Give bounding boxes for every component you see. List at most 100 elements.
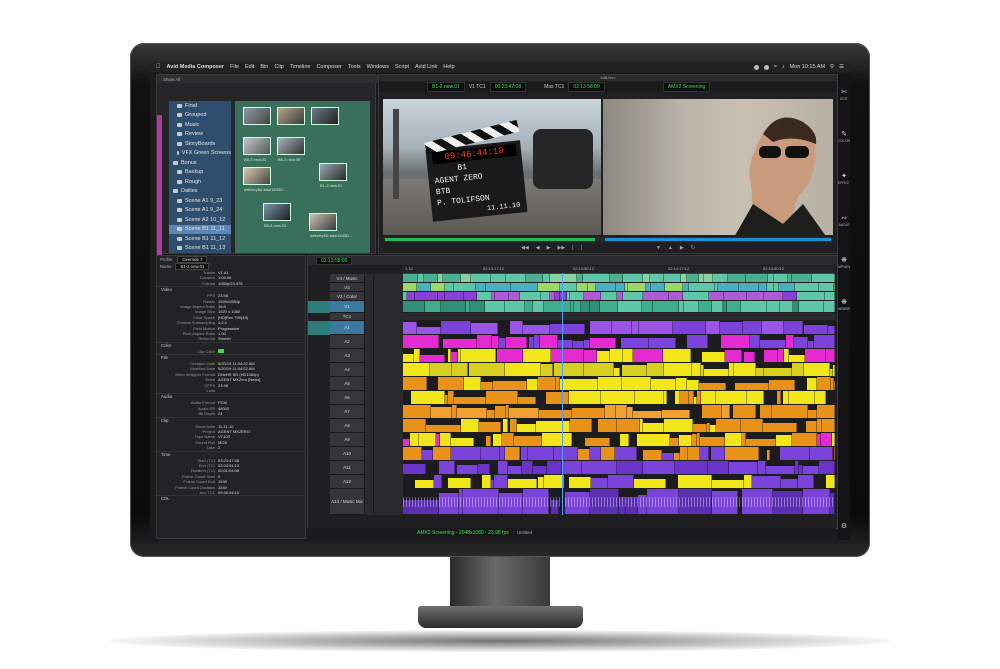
play-record-icon[interactable]: ▶ [680,245,684,251]
track-header[interactable]: V4 / Music [308,274,403,283]
timeline-clip[interactable] [750,335,760,348]
timeline-clip[interactable] [752,476,781,488]
timeline-clip[interactable] [687,380,699,390]
source-monitor[interactable]: 09:46:44:10 B1 AGENT ZERO BTB P. TOLIFSO… [383,99,601,235]
track-lane[interactable] [403,313,835,320]
timeline-clip[interactable] [807,378,817,390]
track-lane[interactable] [403,475,835,488]
track-patch[interactable] [308,335,330,349]
timeline-clip[interactable] [772,405,808,418]
timeline-clip[interactable] [464,377,481,390]
timeline-clip[interactable] [498,461,508,474]
timeline-clip[interactable] [675,461,708,474]
timeline-clip[interactable] [582,461,617,474]
timeline-clip[interactable] [679,435,692,446]
timeline-clip[interactable] [756,368,764,376]
clip-thumbnail[interactable] [277,107,305,125]
timeline-clip[interactable] [822,419,835,432]
timeline-clip[interactable] [635,391,664,404]
folder-item[interactable]: Scene A1 9_23 [169,196,231,206]
track-name[interactable]: V2 / Color [330,292,364,301]
timeline-clip[interactable] [642,301,653,312]
menu-timeline[interactable]: Timeline [290,64,311,70]
timeline-clip[interactable] [601,292,617,300]
timeline-clip[interactable] [541,364,553,376]
timeline-clip[interactable] [643,274,650,282]
inspector-section-header[interactable]: Video [157,286,305,293]
timeline-clip[interactable] [471,323,498,334]
timeline-clip[interactable] [669,292,683,300]
timeline-clip[interactable] [572,408,605,418]
track-patch[interactable] [308,301,330,313]
timeline-clip[interactable] [792,363,804,376]
name-field[interactable]: B1-2.new.01 [175,263,210,270]
timeline-clip[interactable] [653,301,679,312]
timeline-clip[interactable] [598,419,617,432]
timeline-clip[interactable] [477,292,492,300]
track-name[interactable]: A7 [330,405,364,419]
timeline-clip[interactable] [543,274,550,282]
timeline-clip[interactable] [724,292,747,300]
timeline-clip[interactable] [536,421,570,432]
timeline-clip[interactable] [650,274,664,282]
timeline-clip[interactable] [451,352,458,362]
timeline-clip[interactable] [662,453,674,460]
timeline-clip[interactable] [792,274,812,282]
timeline-clip[interactable] [476,283,486,291]
timeline-clip[interactable] [776,435,792,446]
timeline-clip[interactable] [525,301,533,312]
timeline-clip[interactable] [533,301,544,312]
timeline-clip[interactable] [445,292,464,300]
timeline-clip[interactable] [503,419,508,432]
track-lane[interactable] [403,433,835,446]
timeline-clip[interactable] [451,438,474,446]
timeline-clip[interactable] [767,283,774,291]
timeline-clip[interactable] [540,335,558,348]
timeline-clip[interactable] [804,363,830,376]
inspector-section-header[interactable]: File [157,354,305,361]
timeline-clip[interactable] [767,301,780,312]
track-monitor-toggle[interactable] [364,321,373,335]
timeline-clip[interactable] [819,283,834,291]
timeline-clip[interactable] [618,301,642,312]
timeline-clip[interactable] [826,349,835,362]
timeline-clip[interactable] [590,447,601,460]
timeline-clip[interactable] [621,338,649,348]
folder-item-selected[interactable]: Scene B1 11_11 [169,224,231,234]
timeline-clip[interactable] [832,433,835,446]
timeline-clip[interactable] [746,274,768,282]
timeline-clip[interactable] [777,391,781,404]
track-monitor-toggle[interactable] [364,405,373,419]
timeline-clip[interactable] [632,321,639,334]
clip-thumbnail[interactable]: delivery60-take1843D... [309,213,352,238]
track-monitor-toggle[interactable] [364,363,373,377]
folder-item[interactable]: Music [169,120,231,130]
timeline-clip[interactable] [542,433,572,446]
folder-item[interactable]: Scene B1 11_12 [169,234,231,244]
menu-clip[interactable]: Clip [274,64,283,70]
timeline-clip[interactable] [574,301,581,312]
timeline-clip[interactable] [506,337,527,348]
track-name[interactable]: A5 [330,377,364,391]
track-patch[interactable] [308,475,330,489]
source-timecode[interactable]: 00:23:47:08 [489,82,527,92]
timeline-clip[interactable] [623,349,633,362]
timeline-clip[interactable] [819,461,835,474]
track-name[interactable]: A3 [330,349,364,363]
timeline-clip[interactable] [718,283,739,291]
track-patch[interactable] [308,292,330,301]
timeline-clip[interactable] [678,475,712,488]
timeline-clip[interactable] [509,408,539,418]
track-patch[interactable] [308,461,330,475]
timeline-clip[interactable] [522,461,533,474]
timeline-clip[interactable] [689,283,715,291]
timeline-clip[interactable] [443,339,477,348]
timeline-clip[interactable] [550,324,585,334]
timeline-clip[interactable] [615,447,637,460]
step-back-icon[interactable]: ◀ [536,245,540,251]
timeline-clip[interactable] [687,274,699,282]
timeline-clip[interactable] [403,405,431,418]
timeline-clip[interactable] [452,363,468,376]
timeline-clip[interactable] [451,447,481,460]
timeline-clip[interactable] [815,391,826,404]
